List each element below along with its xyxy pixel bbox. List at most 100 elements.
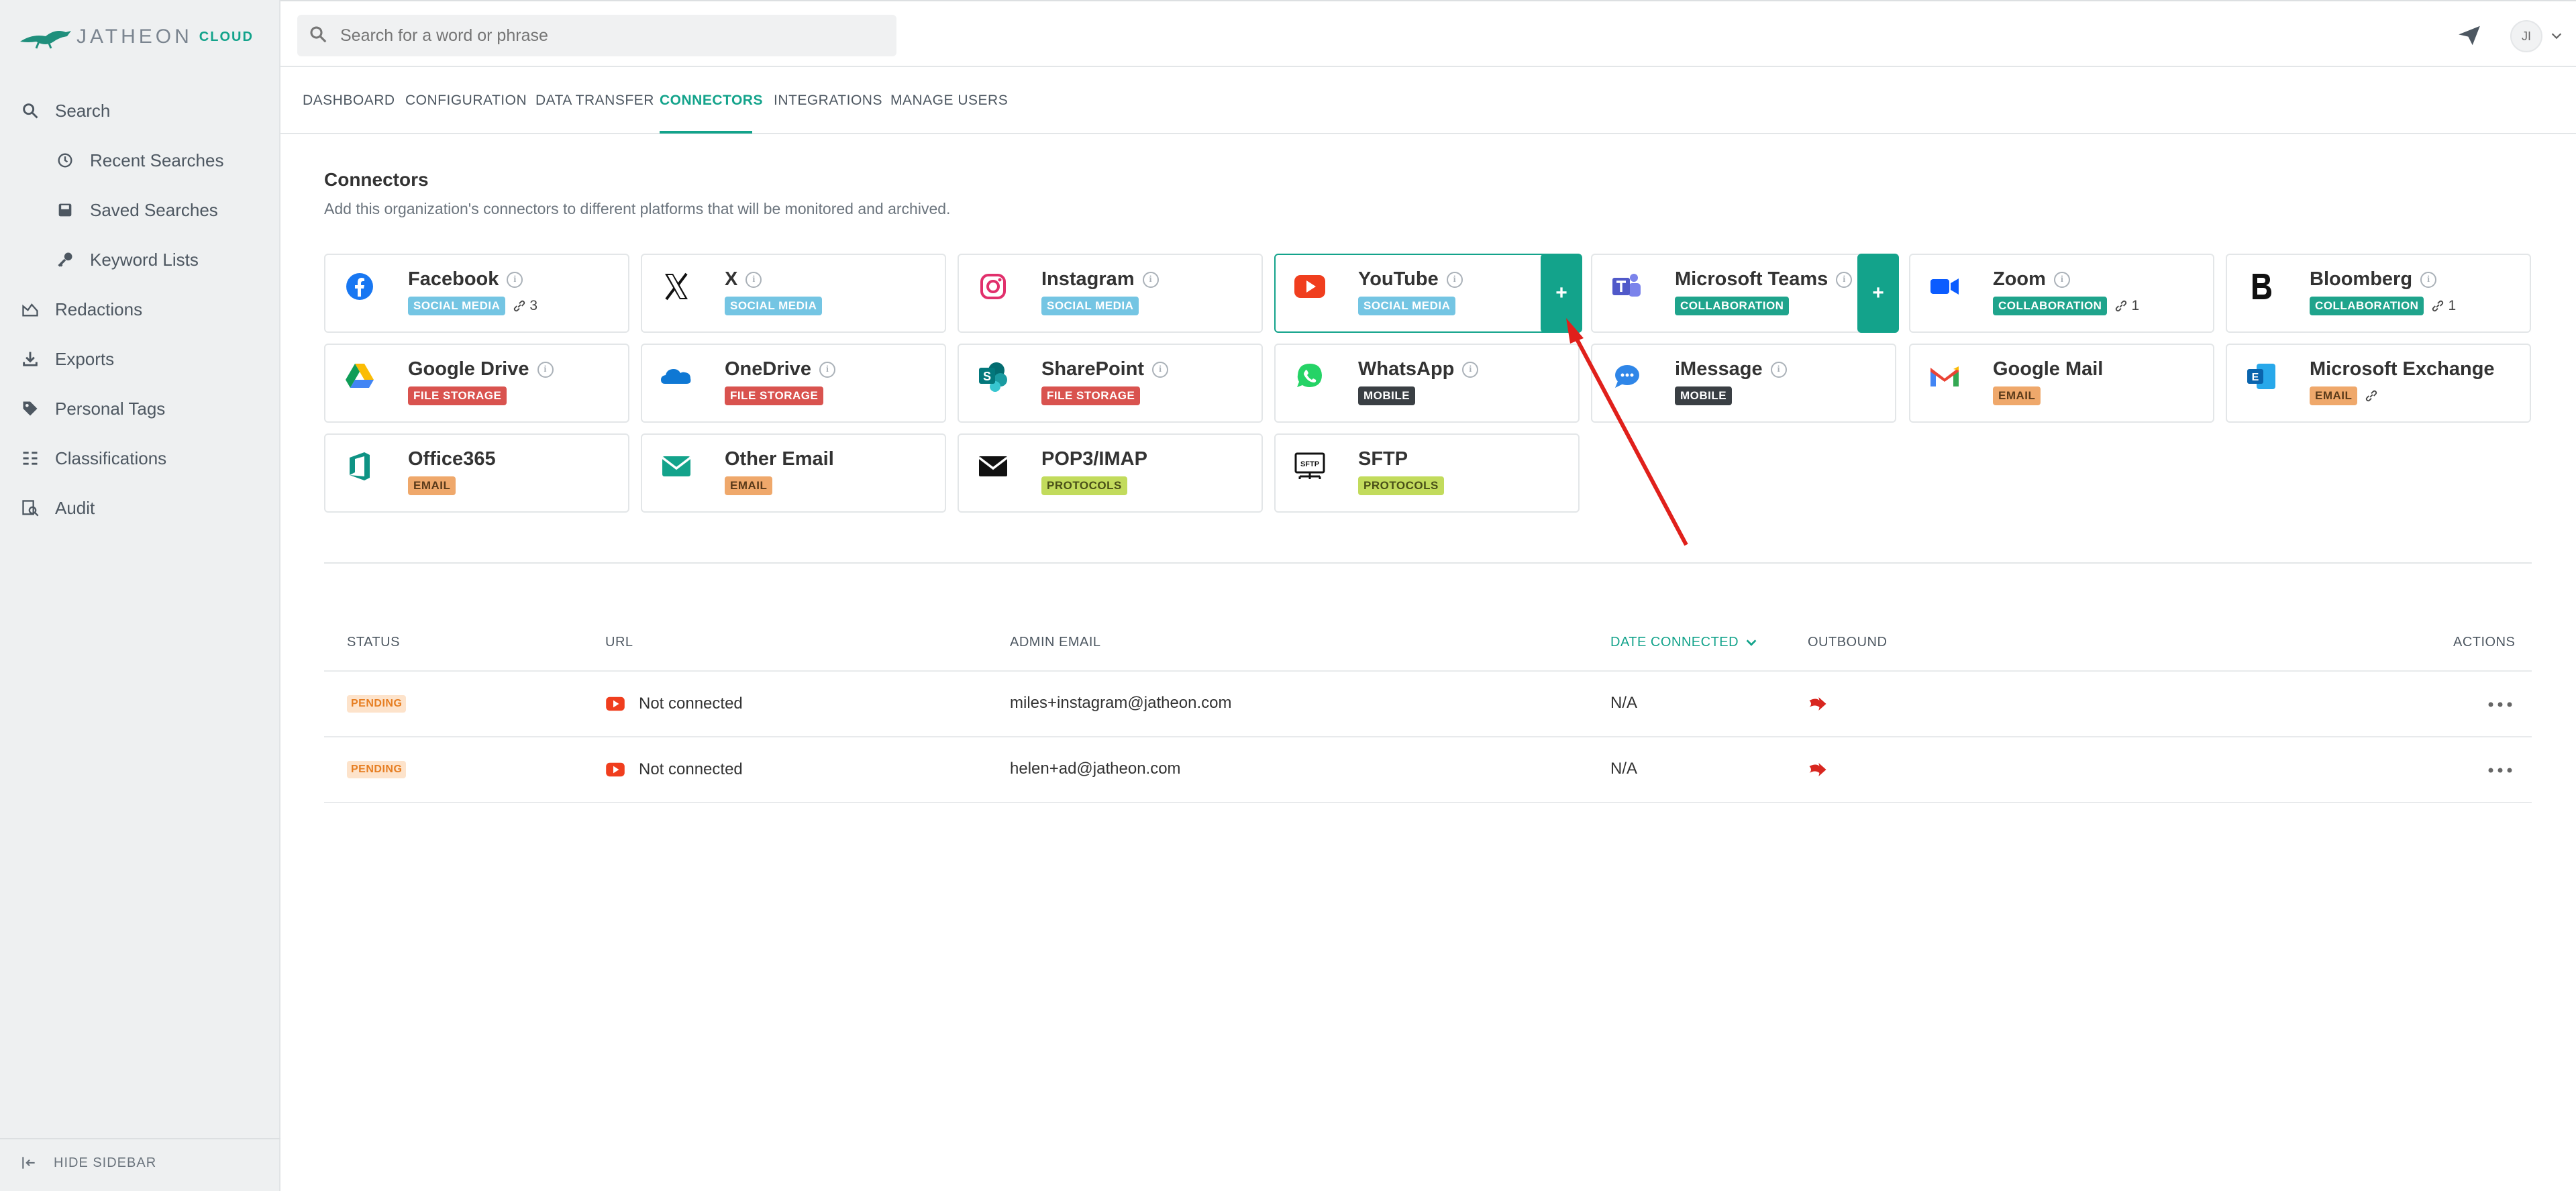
onedrive-icon: [660, 360, 693, 393]
connector-card-bloomberg[interactable]: Bloomberg i COLLABORATION 1: [2226, 254, 2531, 333]
tab-configuration[interactable]: CONFIGURATION: [405, 93, 527, 109]
connector-card-office365[interactable]: Office365 EMAIL: [324, 433, 629, 513]
connector-card-zoom[interactable]: Zoom i COLLABORATION 1: [1909, 254, 2214, 333]
chevron-down-icon[interactable]: [2549, 28, 2564, 43]
connector-card-other-email[interactable]: Other Email EMAIL: [641, 433, 946, 513]
search-box[interactable]: [297, 15, 896, 56]
link-count: 1: [2114, 298, 2139, 314]
column-header-url: URL: [605, 635, 633, 650]
active-tab-indicator: [660, 131, 752, 134]
svg-text:E: E: [2252, 372, 2259, 383]
more-actions-icon[interactable]: [2487, 701, 2514, 709]
date-connected-value: N/A: [1610, 760, 1638, 778]
hide-sidebar-button[interactable]: HIDE SIDEBAR: [20, 1154, 156, 1172]
sidebar-item-audit[interactable]: Audit: [20, 491, 95, 525]
connector-name: YouTube: [1358, 268, 1439, 290]
info-icon[interactable]: i: [1770, 361, 1787, 378]
info-icon[interactable]: i: [1142, 271, 1159, 288]
connector-card-google-drive[interactable]: Google Drive i FILE STORAGE: [324, 344, 629, 423]
tab-dashboard[interactable]: DASHBOARD: [303, 93, 395, 109]
connector-card-x[interactable]: Xi SOCIAL MEDIA: [641, 254, 946, 333]
link-count: 1: [2430, 298, 2456, 314]
tag-icon: [20, 399, 40, 419]
connector-card-google-mail[interactable]: Google Mail EMAIL: [1909, 344, 2214, 423]
table-header-divider: [324, 670, 2532, 672]
category-badge: COLLABORATION: [1993, 297, 2108, 315]
connector-name: SFTP: [1358, 448, 1408, 470]
add-youtube-connector-button[interactable]: +: [1541, 254, 1582, 333]
connector-card-microsoft-exchange[interactable]: E Microsoft Exchange EMAIL: [2226, 344, 2531, 423]
info-icon[interactable]: i: [507, 271, 523, 288]
connector-name: WhatsApp: [1358, 358, 1455, 380]
info-icon[interactable]: i: [537, 361, 554, 378]
sharepoint-icon: S: [976, 360, 1010, 393]
category-badge: PROTOCOLS: [1358, 476, 1444, 495]
category-badge: FILE STORAGE: [1041, 386, 1141, 405]
google-drive-icon: [343, 360, 376, 393]
table-row-divider: [324, 802, 2532, 803]
connector-card-imessage[interactable]: iMessage i MOBILE: [1591, 344, 1896, 423]
tab-data-transfer[interactable]: DATA TRANSFER: [535, 93, 654, 109]
sidebar-item-personal-tags[interactable]: Personal Tags: [20, 392, 165, 425]
add-teams-connector-button[interactable]: +: [1857, 254, 1899, 333]
brand-suffix: CLOUD: [199, 29, 254, 44]
sidebar: JATHEON CLOUD Search Recent Searches Sav…: [0, 0, 280, 1191]
brand-logo[interactable]: JATHEON CLOUD: [19, 21, 254, 52]
connector-card-sftp[interactable]: SFTP SFTP PROTOCOLS: [1274, 433, 1580, 513]
column-header-actions: ACTIONS: [2453, 635, 2516, 650]
connector-name: X: [725, 268, 738, 290]
more-actions-icon[interactable]: [2487, 766, 2514, 774]
info-icon[interactable]: i: [1836, 271, 1853, 288]
tab-connectors[interactable]: CONNECTORS: [660, 93, 763, 109]
connector-card-pop3-imap[interactable]: POP3/IMAP PROTOCOLS: [958, 433, 1263, 513]
category-badge: COLLABORATION: [2310, 297, 2424, 315]
sidebar-item-label: Classifications: [55, 448, 167, 468]
connector-card-youtube[interactable]: YouTube i SOCIAL MEDIA: [1274, 254, 1580, 333]
avatar[interactable]: JI: [2510, 20, 2542, 52]
link-icon: [2366, 390, 2377, 402]
outbound-icon: [1809, 763, 1826, 776]
tab-manage-users[interactable]: MANAGE USERS: [890, 93, 1008, 109]
sidebar-item-keyword-lists[interactable]: Keyword Lists: [55, 243, 199, 276]
info-icon[interactable]: i: [745, 271, 762, 288]
connector-card-whatsapp[interactable]: WhatsApp i MOBILE: [1274, 344, 1580, 423]
info-icon[interactable]: i: [1446, 271, 1463, 288]
info-icon[interactable]: i: [2053, 271, 2070, 288]
top-bar: JI: [280, 0, 2576, 67]
category-badge: FILE STORAGE: [408, 386, 507, 405]
teams-icon: [1610, 270, 1643, 303]
sidebar-item-recent-searches[interactable]: Recent Searches: [55, 144, 223, 177]
connector-name: Microsoft Exchange: [2310, 358, 2495, 380]
info-icon[interactable]: i: [1462, 361, 1479, 378]
info-icon[interactable]: i: [2420, 271, 2437, 288]
gmail-icon: [1928, 360, 1961, 393]
sidebar-item-saved-searches[interactable]: Saved Searches: [55, 193, 218, 227]
category-badge: EMAIL: [408, 476, 456, 495]
sidebar-item-exports[interactable]: Exports: [20, 342, 114, 376]
sidebar-item-redactions[interactable]: Redactions: [20, 293, 142, 326]
admin-email-value: miles+instagram@jatheon.com: [1010, 694, 1232, 712]
email-icon: [660, 450, 693, 483]
connector-name: Instagram: [1041, 268, 1135, 290]
connector-card-sharepoint[interactable]: S SharePoint i FILE STORAGE: [958, 344, 1263, 423]
tab-integrations[interactable]: INTEGRATIONS: [774, 93, 882, 109]
sidebar-item-label: Saved Searches: [90, 199, 218, 220]
search-input[interactable]: [340, 25, 877, 46]
send-icon[interactable]: [2457, 23, 2482, 48]
page-title: Connectors: [324, 169, 429, 190]
connector-card-onedrive[interactable]: OneDrive i FILE STORAGE: [641, 344, 946, 423]
connector-name: Other Email: [725, 448, 834, 470]
sidebar-item-search[interactable]: Search: [20, 94, 110, 127]
connector-card-facebook[interactable]: Facebook i SOCIAL MEDIA 3: [324, 254, 629, 333]
category-badge: EMAIL: [725, 476, 773, 495]
audit-icon: [20, 498, 40, 518]
search-icon: [20, 101, 40, 121]
admin-email-value: helen+ad@jatheon.com: [1010, 760, 1181, 778]
info-icon[interactable]: i: [1152, 361, 1169, 378]
connector-card-microsoft-teams[interactable]: Microsoft Teams i COLLABORATION: [1591, 254, 1896, 333]
info-icon[interactable]: i: [819, 361, 835, 378]
sort-down-icon: [1746, 639, 1757, 646]
column-header-date-connected[interactable]: DATE CONNECTED: [1610, 635, 1759, 650]
sidebar-item-classifications[interactable]: Classifications: [20, 442, 166, 475]
connector-card-instagram[interactable]: Instagram i SOCIAL MEDIA: [958, 254, 1263, 333]
